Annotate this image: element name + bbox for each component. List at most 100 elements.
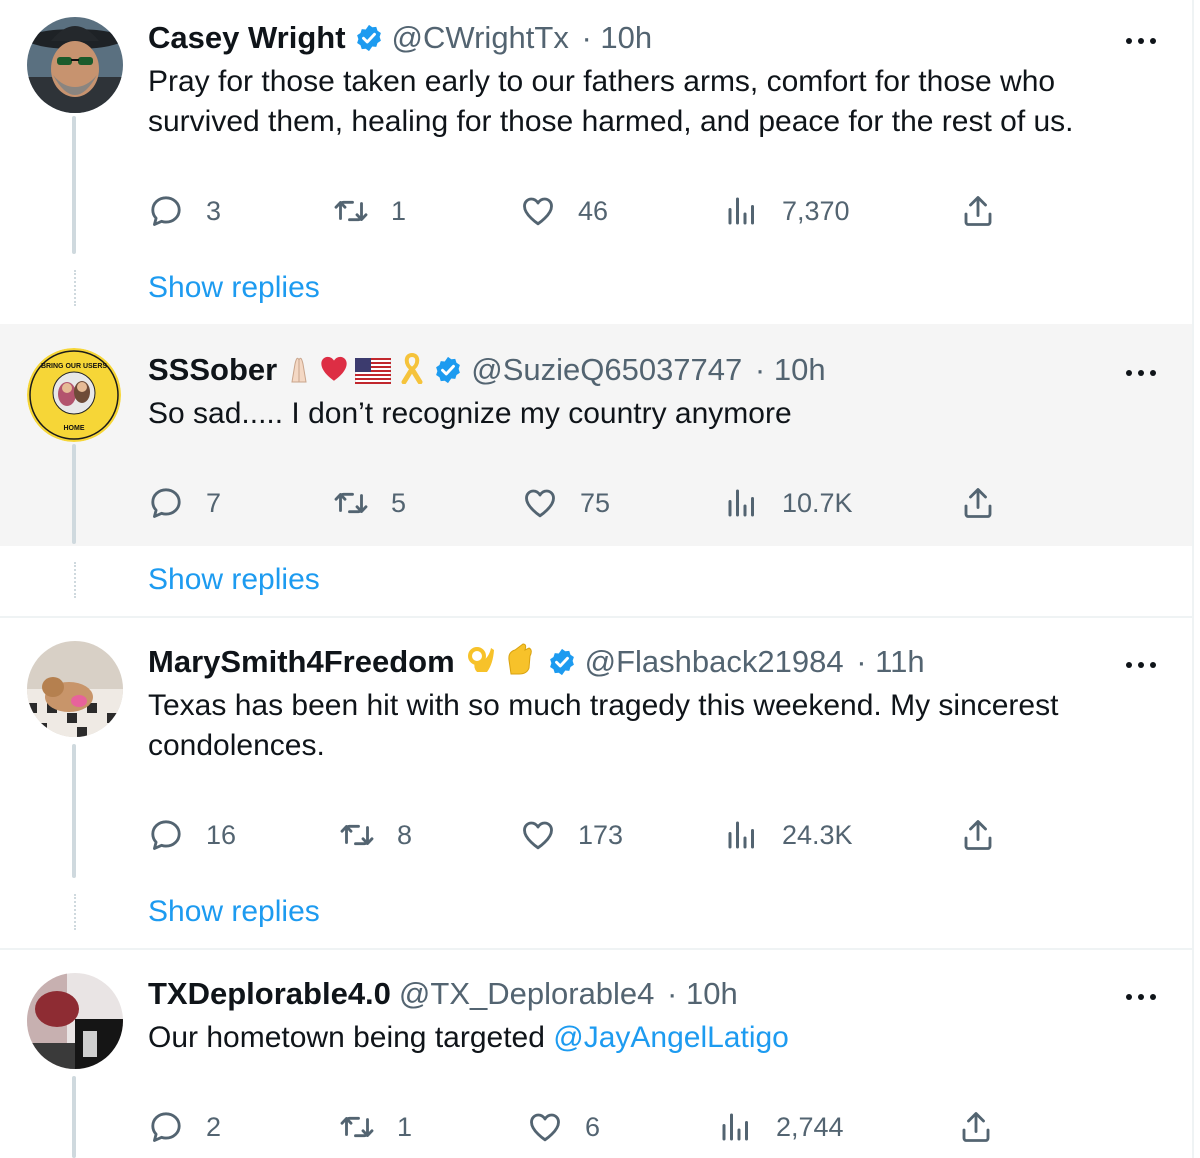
like-icon <box>522 485 558 521</box>
reply-marysmith4freedom[interactable]: MarySmith4Freedom @Flashback21984 · 11h T… <box>0 618 1192 948</box>
share-button[interactable] <box>960 483 996 523</box>
retweet-count: 8 <box>397 819 413 850</box>
reply-txdeplorable[interactable]: TXDeplorable4.0 @TX_Deplorable4 · 10h Our… <box>0 950 1192 1158</box>
verified-badge-icon <box>547 647 577 687</box>
views-icon <box>724 193 760 229</box>
share-icon <box>958 1109 994 1145</box>
views-button[interactable]: 2,744 <box>718 1107 844 1147</box>
reply-casey-wright[interactable]: Casey Wright @CWrightTx · 10h Pray for th… <box>0 0 1192 324</box>
avatar[interactable]: BRING OUR USERS HOME <box>27 348 121 442</box>
display-name[interactable]: Casey Wright <box>148 20 346 55</box>
tweet-header: Casey Wright @CWrightTx · 10h <box>148 18 652 63</box>
handle[interactable]: @TX_Deplorable4 <box>399 976 655 1011</box>
action-bar: 3 1 46 7,370 <box>0 191 1100 231</box>
verified-badge-icon <box>354 23 384 63</box>
share-button[interactable] <box>960 191 996 231</box>
avatar[interactable] <box>27 973 123 1069</box>
tweet-text: Our hometown being targeted @JayAngelLat… <box>148 1018 1148 1058</box>
like-button[interactable]: 75 <box>522 483 610 523</box>
show-replies-link[interactable]: Show replies <box>148 892 320 932</box>
views-icon <box>724 485 760 521</box>
timestamp[interactable]: · 10h <box>755 352 826 387</box>
view-count: 7,370 <box>782 195 850 226</box>
thread-line <box>72 744 76 878</box>
retweet-count: 1 <box>391 195 407 226</box>
views-button[interactable]: 10.7K <box>724 483 853 523</box>
retweet-count: 5 <box>391 487 407 518</box>
action-bar: 2 1 6 2,744 <box>0 1107 1100 1147</box>
show-replies-link[interactable]: Show replies <box>148 268 320 308</box>
more-icon[interactable] <box>1124 33 1158 43</box>
retweet-button[interactable]: 1 <box>339 1107 412 1147</box>
like-icon <box>520 193 556 229</box>
pinching-hand-emoji <box>503 642 537 686</box>
reply-count: 16 <box>206 819 237 850</box>
more-icon[interactable] <box>1124 989 1158 999</box>
reply-icon <box>148 817 184 853</box>
reply-button[interactable]: 16 <box>148 815 236 855</box>
reply-count: 7 <box>206 487 222 518</box>
more-icon[interactable] <box>1124 657 1158 667</box>
avatar[interactable] <box>27 641 123 737</box>
retweet-icon <box>339 817 375 853</box>
like-count: 46 <box>578 195 609 226</box>
handle[interactable]: @Flashback21984 <box>585 644 844 679</box>
tweet-header: TXDeplorable4.0 @TX_Deplorable4 · 10h <box>148 974 738 1014</box>
folded-hands-emoji <box>283 352 315 394</box>
retweet-icon <box>339 1109 375 1145</box>
handle[interactable]: @CWrightTx <box>392 20 569 55</box>
mention-link[interactable]: @JayAngelLatigo <box>553 1021 789 1054</box>
ok-hand-emoji <box>465 642 497 686</box>
retweet-button[interactable]: 5 <box>333 483 406 523</box>
reply-button[interactable]: 7 <box>148 483 221 523</box>
like-button[interactable]: 173 <box>520 815 623 855</box>
timestamp[interactable]: · 10h <box>581 20 652 55</box>
handle[interactable]: @SuzieQ65037747 <box>471 352 742 387</box>
view-count: 24.3K <box>782 819 853 850</box>
share-button[interactable] <box>960 815 996 855</box>
thread-line <box>72 116 76 254</box>
timestamp[interactable]: · 11h <box>856 644 924 679</box>
action-bar: 7 5 75 10.7K <box>0 483 1100 523</box>
display-name[interactable]: SSSober <box>148 352 277 387</box>
reply-icon <box>148 193 184 229</box>
views-button[interactable]: 24.3K <box>724 815 853 855</box>
avatar-text-bottom: HOME <box>64 425 85 432</box>
avatar[interactable] <box>27 17 123 113</box>
like-count: 75 <box>580 487 611 518</box>
reply-button[interactable]: 3 <box>148 191 221 231</box>
column-border <box>1192 0 1194 1158</box>
display-name[interactable]: MarySmith4Freedom <box>148 644 455 679</box>
show-replies-link[interactable]: Show replies <box>148 560 320 600</box>
timestamp[interactable]: · 10h <box>667 976 738 1011</box>
retweet-button[interactable]: 1 <box>333 191 406 231</box>
share-icon <box>960 485 996 521</box>
reply-count: 2 <box>206 1111 222 1142</box>
share-icon <box>960 817 996 853</box>
tweet-header: MarySmith4Freedom @Flashback21984 · 11h <box>148 642 925 687</box>
retweet-button[interactable]: 8 <box>339 815 412 855</box>
like-icon <box>520 817 556 853</box>
thread-dots <box>74 562 76 598</box>
tweet-text: Texas has been hit with so much tragedy … <box>148 689 1059 762</box>
like-button[interactable]: 46 <box>520 191 608 231</box>
share-icon <box>960 193 996 229</box>
more-icon[interactable] <box>1124 365 1158 375</box>
display-name[interactable]: TXDeplorable4.0 <box>148 976 391 1011</box>
tweet-text: Pray for those taken early to our father… <box>148 65 1074 138</box>
thread-dots <box>74 270 76 306</box>
thread-dots <box>74 894 76 930</box>
views-icon <box>724 817 760 853</box>
like-count: 6 <box>585 1111 601 1142</box>
views-button[interactable]: 7,370 <box>724 191 850 231</box>
view-count: 10.7K <box>782 487 853 518</box>
like-button[interactable]: 6 <box>527 1107 600 1147</box>
like-count: 173 <box>578 819 624 850</box>
retweet-icon <box>333 193 369 229</box>
reply-button[interactable]: 2 <box>148 1107 221 1147</box>
us-flag-emoji <box>354 354 392 394</box>
action-bar: 16 8 173 24.3K <box>0 815 1100 855</box>
reply-icon <box>148 1109 184 1145</box>
share-button[interactable] <box>958 1107 994 1147</box>
retweet-icon <box>333 485 369 521</box>
